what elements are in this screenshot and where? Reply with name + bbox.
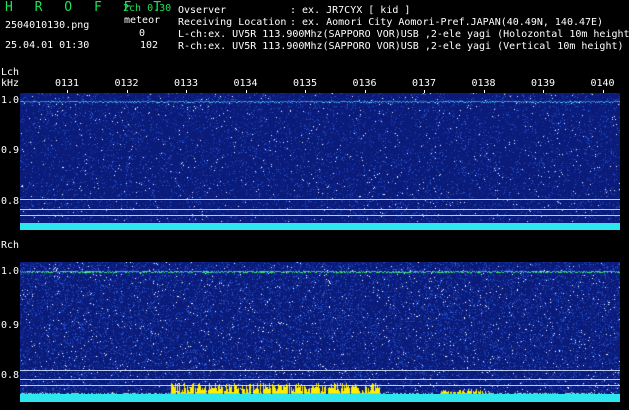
lch-ytick-3: 0.8 — [1, 196, 20, 207]
observer-label: Ovserver — [178, 5, 227, 16]
rch-spectrogram — [20, 262, 620, 402]
location-label: Receiving Location — [178, 17, 287, 28]
time-tick-label: 0135 — [293, 78, 318, 89]
rch-noise-canvas — [20, 262, 620, 402]
time-tick-label: 0134 — [233, 78, 258, 89]
rch-gridline — [20, 370, 620, 371]
rch-gridline — [20, 379, 620, 380]
lch-ytick-2: 0.9 — [1, 145, 20, 156]
lch-baseline-band — [20, 223, 620, 230]
meteor-count-lch: 0 — [139, 28, 146, 39]
image-filename: 2504010130.png — [5, 20, 90, 31]
rch-label: Rch — [1, 240, 20, 251]
rch-baseline-band — [20, 394, 620, 402]
location-value: : ex. Aomori City Aomori-Pref.JAPAN(40.4… — [290, 17, 604, 28]
meteor-label: meteor — [124, 15, 161, 26]
rch-ytick-1: 1.0 — [1, 266, 20, 277]
channel-mode: 2ch 0.30 — [123, 3, 172, 14]
rch-ytick-3: 0.8 — [1, 370, 20, 381]
time-tick-label: 0140 — [590, 78, 615, 89]
timestamp: 25.04.01 01:30 — [5, 40, 90, 51]
lch-spectrogram — [20, 93, 620, 230]
freq-unit: kHz — [1, 78, 20, 89]
lch-description: L-ch:ex. UV5R 113.900Mhz(SAPPORO VOR)USB… — [178, 29, 629, 40]
lch-gridline — [20, 199, 620, 200]
hroft-screen: H R O F F T 2ch 0.30 2504010130.png mete… — [0, 0, 629, 410]
rch-description: R-ch:ex. UV5R 113.900Mhz(SAPPORO VOR)USB… — [178, 41, 624, 52]
time-tick-label: 0137 — [412, 78, 437, 89]
time-tick-label: 0136 — [352, 78, 377, 89]
time-tick-label: 0139 — [531, 78, 556, 89]
time-tick-label: 0132 — [114, 78, 139, 89]
meteor-count-rch: 102 — [140, 40, 159, 51]
rch-gridline — [20, 385, 620, 386]
lch-ytick-1: 1.0 — [1, 95, 20, 106]
lch-gridline — [20, 215, 620, 216]
observer-value: : ex. JR7CYX [ kid ] — [290, 5, 411, 16]
time-tick-label: 0131 — [55, 78, 80, 89]
time-tick-label: 0138 — [471, 78, 496, 89]
lch-gridline — [20, 209, 620, 210]
rch-ytick-2: 0.9 — [1, 320, 20, 331]
time-tick-label: 0133 — [174, 78, 199, 89]
